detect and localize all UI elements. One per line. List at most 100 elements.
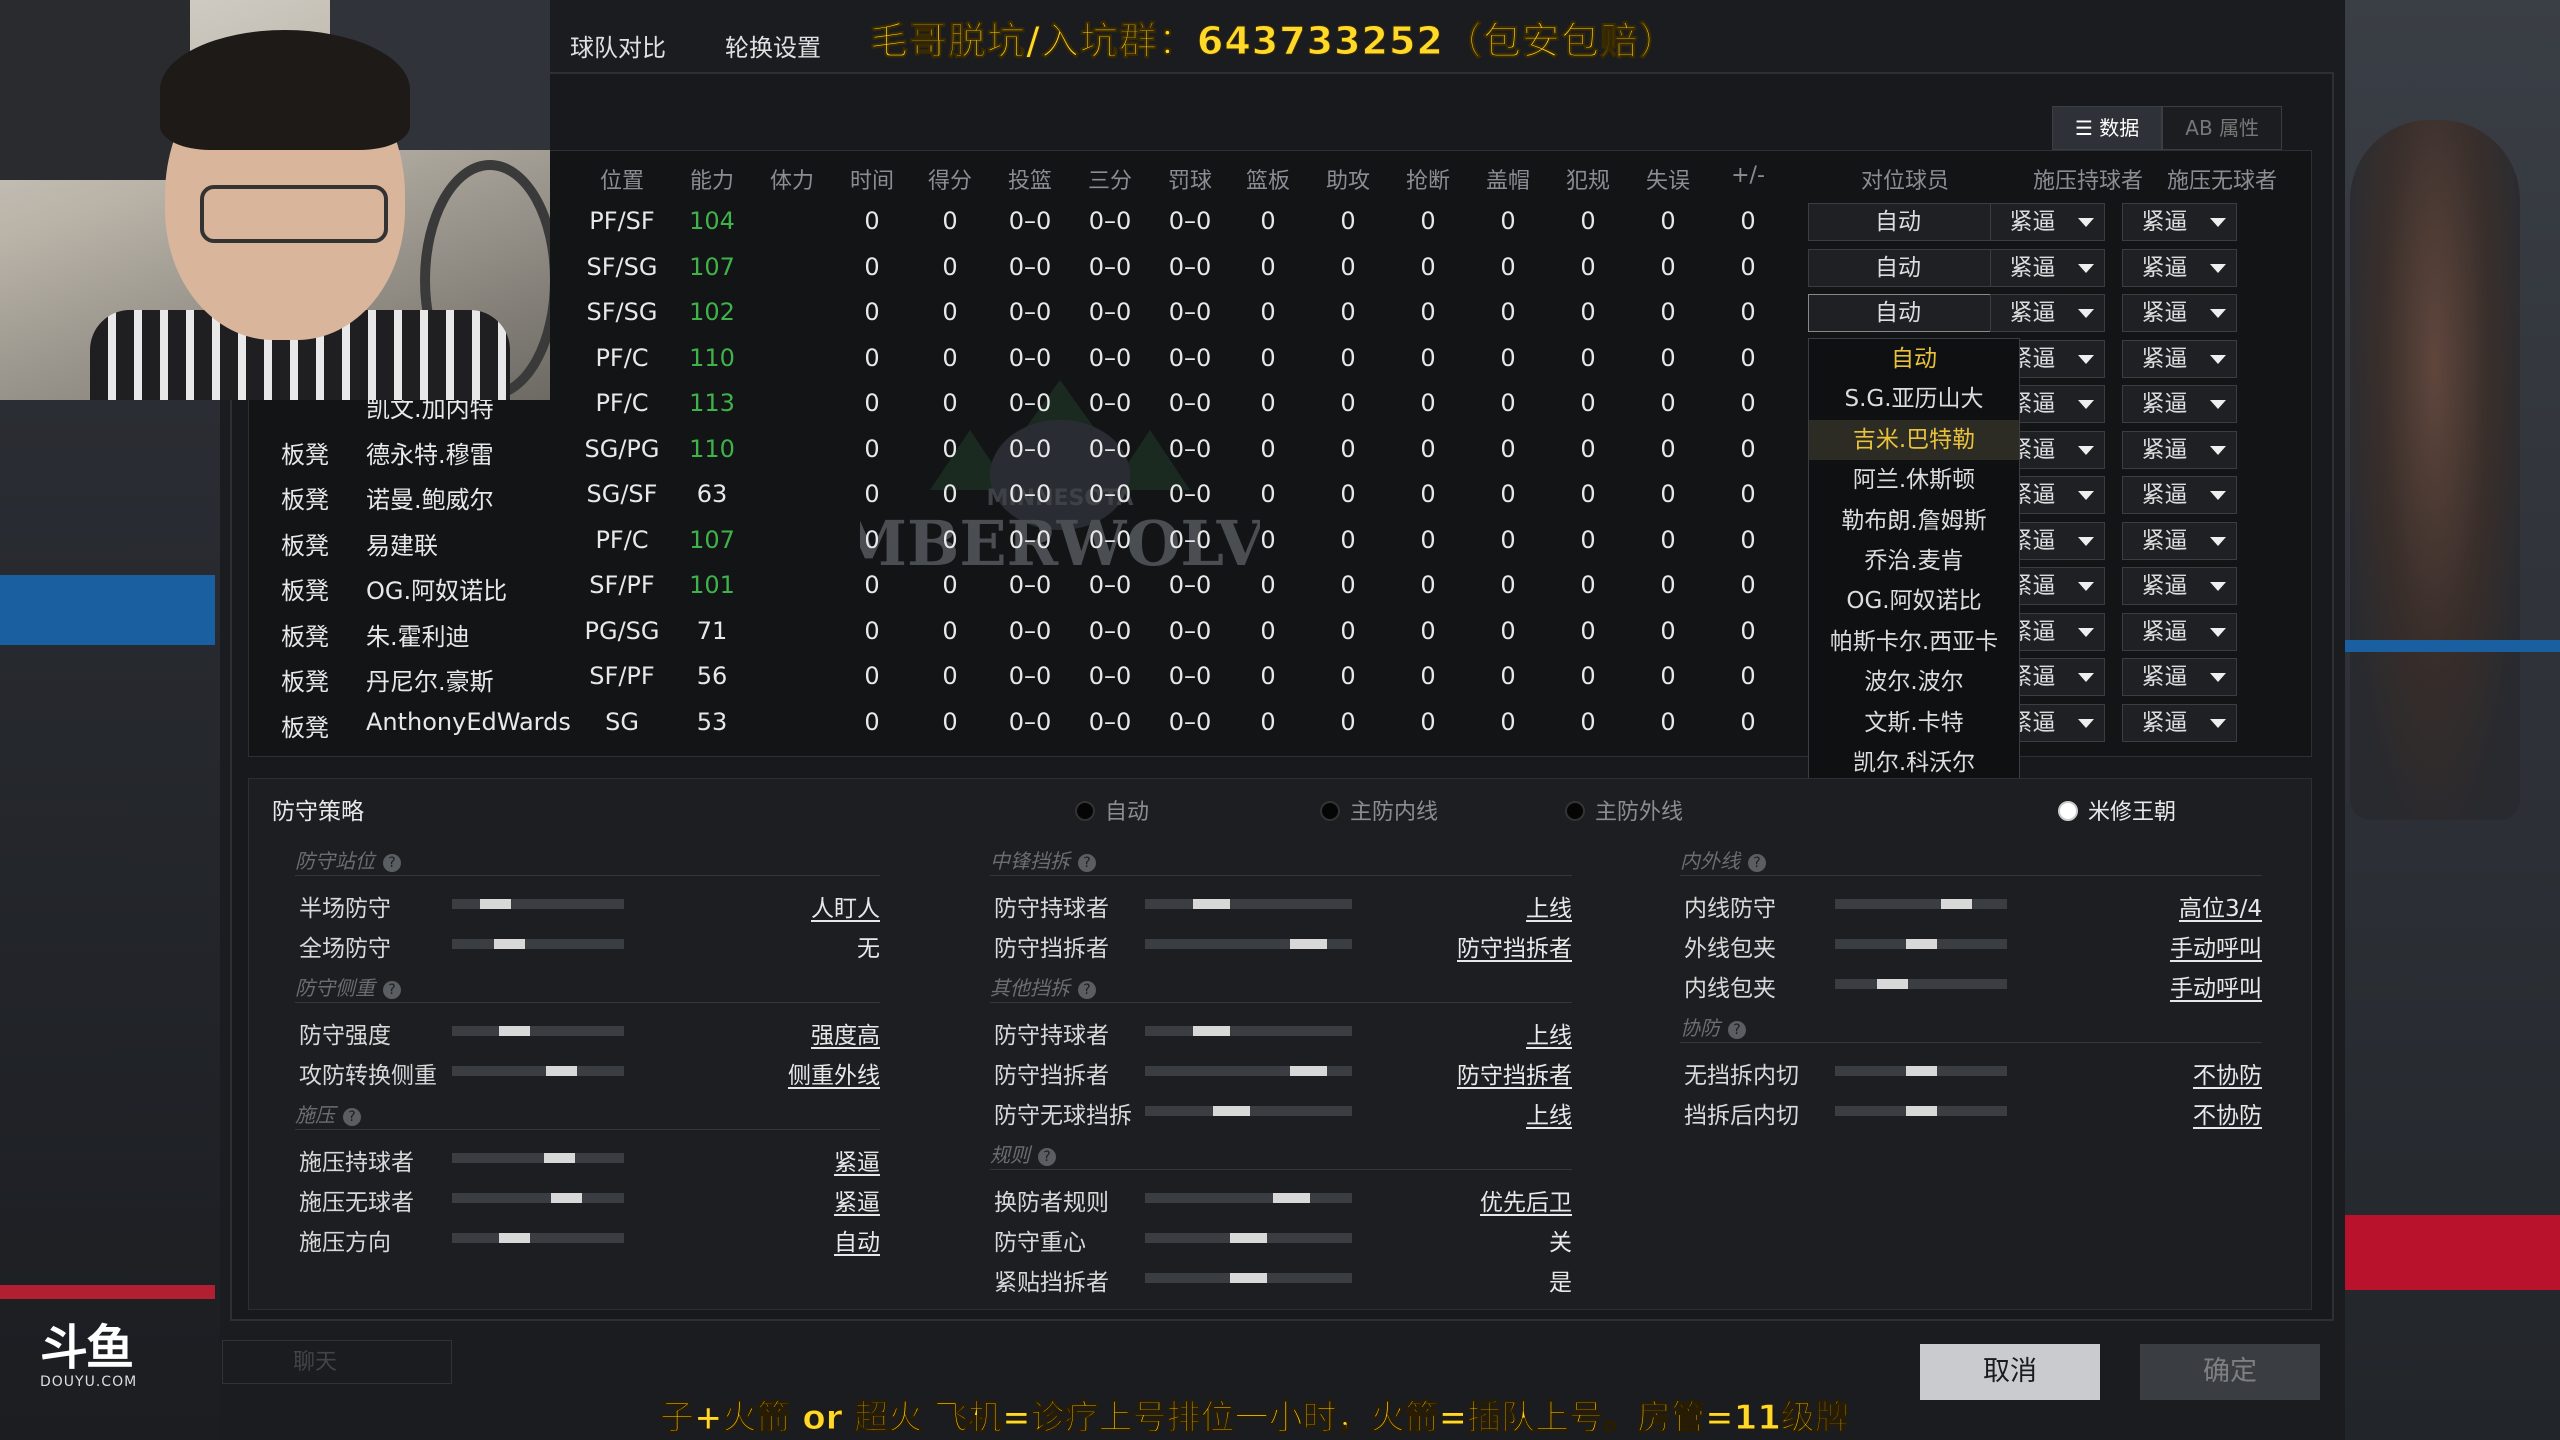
pressure-offball-select[interactable]: 紧逼 <box>2122 385 2237 423</box>
setting-value[interactable]: 紧逼 <box>620 1143 880 1177</box>
setting-slider[interactable] <box>1835 1066 2007 1076</box>
matchup-option[interactable]: 自动 <box>1809 339 2019 379</box>
setting-value[interactable]: 是 <box>1312 1263 1572 1297</box>
setting-value[interactable]: 人盯人 <box>620 889 880 923</box>
setting-value[interactable]: 手动呼叫 <box>2002 969 2262 1003</box>
matchup-option[interactable]: 阿兰.休斯顿 <box>1809 460 2019 500</box>
focus-radio[interactable]: 主防内线 <box>1320 794 1438 826</box>
player-name[interactable]: OG.阿奴诺比 <box>366 571 507 606</box>
player-name[interactable]: 易建联 <box>366 526 438 561</box>
setting-slider[interactable] <box>452 1066 624 1076</box>
pressure-offball-select[interactable]: 紧逼 <box>2122 476 2237 514</box>
setting-slider[interactable] <box>1835 939 2007 949</box>
stat-cell: 0 <box>942 252 958 281</box>
help-icon[interactable]: ? <box>343 1108 361 1126</box>
help-icon[interactable]: ? <box>383 854 401 872</box>
setting-value[interactable]: 防守挡拆者 <box>1312 929 1572 963</box>
player-name[interactable]: 诺曼.鲍威尔 <box>366 480 494 515</box>
pressure-offball-select[interactable]: 紧逼 <box>2122 430 2237 469</box>
player-name[interactable]: AnthonyEdWards <box>366 708 571 736</box>
setting-slider[interactable] <box>452 899 624 909</box>
chevron-down-icon <box>2210 718 2226 728</box>
player-name[interactable]: 朱.霍利迪 <box>366 617 470 652</box>
pressure-offball-select[interactable]: 紧逼 <box>2122 521 2237 560</box>
view-attr-button[interactable]: AB 属性 <box>2162 106 2283 150</box>
stat-cell: 0 <box>1500 525 1516 554</box>
setting-slider[interactable] <box>1835 979 2007 989</box>
focus-radio-label: 米修王朝 <box>2088 800 2177 825</box>
setting-value[interactable]: 上线 <box>1312 1016 1572 1050</box>
section-divider <box>295 1002 880 1003</box>
setting-slider[interactable] <box>452 1233 624 1243</box>
cancel-button[interactable]: 取消 <box>1920 1344 2100 1400</box>
pressure-offball-select[interactable]: 紧逼 <box>2122 567 2237 605</box>
pressure-offball-select[interactable]: 紧逼 <box>2122 612 2237 651</box>
setting-value[interactable]: 强度高 <box>620 1016 880 1050</box>
setting-slider[interactable] <box>452 1153 624 1163</box>
focus-radio[interactable]: 主防外线 <box>1565 794 1683 826</box>
setting-value[interactable]: 关 <box>1312 1223 1572 1257</box>
pressure-offball-select-value: 紧逼 <box>2141 300 2188 326</box>
setting-value[interactable]: 防守挡拆者 <box>1312 1056 1572 1090</box>
matchup-option[interactable]: 吉米.巴特勒 <box>1809 419 2019 461</box>
setting-label: 外线包夹 <box>1684 936 1776 962</box>
stat-cell: 0 <box>864 616 880 645</box>
setting-value[interactable]: 无 <box>620 929 880 963</box>
stat-cell: 0 <box>1420 525 1436 554</box>
section-heading-label: 施压 <box>295 1103 335 1127</box>
confirm-button[interactable]: 确定 <box>2140 1344 2320 1400</box>
help-icon[interactable]: ? <box>1038 1148 1056 1166</box>
matchup-option[interactable]: 波尔.波尔 <box>1809 662 2019 702</box>
pressure-offball-select[interactable]: 紧逼 <box>2122 248 2237 287</box>
pressure-offball-select[interactable]: 紧逼 <box>2122 294 2237 332</box>
pressure-offball-select[interactable]: 紧逼 <box>2122 658 2237 696</box>
setting-slider[interactable] <box>452 1193 624 1203</box>
matchup-option[interactable]: OG.阿奴诺比 <box>1809 581 2019 621</box>
matchup-option[interactable]: 勒布朗.詹姆斯 <box>1809 501 2019 541</box>
setting-value[interactable]: 不协防 <box>2002 1096 2262 1130</box>
setting-value[interactable]: 不协防 <box>2002 1056 2262 1090</box>
setting-value[interactable]: 上线 <box>1312 1096 1572 1130</box>
help-icon[interactable]: ? <box>1078 981 1096 999</box>
matchup-option[interactable]: 乔治.麦肯 <box>1809 541 2019 581</box>
setting-value[interactable]: 紧逼 <box>620 1183 880 1217</box>
pressure-offball-select[interactable]: 紧逼 <box>2122 703 2237 742</box>
slider-thumb <box>1906 939 1937 949</box>
slider-thumb <box>544 1153 575 1163</box>
matchup-option[interactable]: 帕斯卡尔.西亚卡 <box>1809 622 2019 662</box>
pressure-offball-select[interactable]: 紧逼 <box>2122 203 2237 241</box>
help-icon[interactable]: ? <box>1748 854 1766 872</box>
help-icon[interactable]: ? <box>383 981 401 999</box>
player-name[interactable]: 丹尼尔.豪斯 <box>366 662 494 697</box>
tab-team-compare[interactable]: 球队对比 <box>570 28 666 63</box>
matchup-select[interactable]: 自动 <box>1808 203 2018 241</box>
tab-rotation-settings[interactable]: 轮换设置 <box>725 28 821 63</box>
focus-radio[interactable]: 自动 <box>1075 794 1149 826</box>
stat-cell: 0 <box>1340 480 1356 508</box>
setting-value[interactable]: 优先后卫 <box>1312 1183 1572 1217</box>
matchup-option[interactable]: S.G.亚历山大 <box>1809 379 2019 419</box>
pressure-ball-select[interactable]: 紧逼 <box>1990 294 2105 332</box>
pressure-ball-select[interactable]: 紧逼 <box>1990 248 2105 287</box>
pressure-ball-select[interactable]: 紧逼 <box>1990 203 2105 241</box>
help-icon[interactable]: ? <box>1728 1021 1746 1039</box>
setting-value[interactable]: 高位3/4 <box>2002 889 2262 923</box>
setting-value[interactable]: 手动呼叫 <box>2002 929 2262 963</box>
setting-value[interactable]: 上线 <box>1312 889 1572 923</box>
view-data-button[interactable]: ☰ 数据 <box>2052 106 2163 150</box>
help-icon[interactable]: ? <box>1078 854 1096 872</box>
focus-radio[interactable]: 米修王朝 <box>2058 794 2176 826</box>
setting-value[interactable]: 自动 <box>620 1223 880 1257</box>
setting-slider[interactable] <box>1835 1106 2007 1116</box>
setting-value[interactable]: 侧重外线 <box>620 1056 880 1090</box>
pressure-offball-select[interactable]: 紧逼 <box>2122 339 2237 378</box>
setting-slider[interactable] <box>452 1026 624 1036</box>
setting-slider[interactable] <box>452 939 624 949</box>
player-name[interactable]: 德永特.穆雷 <box>366 435 494 470</box>
matchup-select[interactable]: 自动 <box>1808 294 2018 332</box>
matchup-option[interactable]: 文斯.卡特 <box>1809 703 2019 743</box>
slider-thumb <box>1941 899 1972 909</box>
chat-input[interactable]: 聊天 <box>222 1340 452 1384</box>
matchup-select[interactable]: 自动 <box>1808 248 2018 287</box>
setting-slider[interactable] <box>1835 899 2007 909</box>
